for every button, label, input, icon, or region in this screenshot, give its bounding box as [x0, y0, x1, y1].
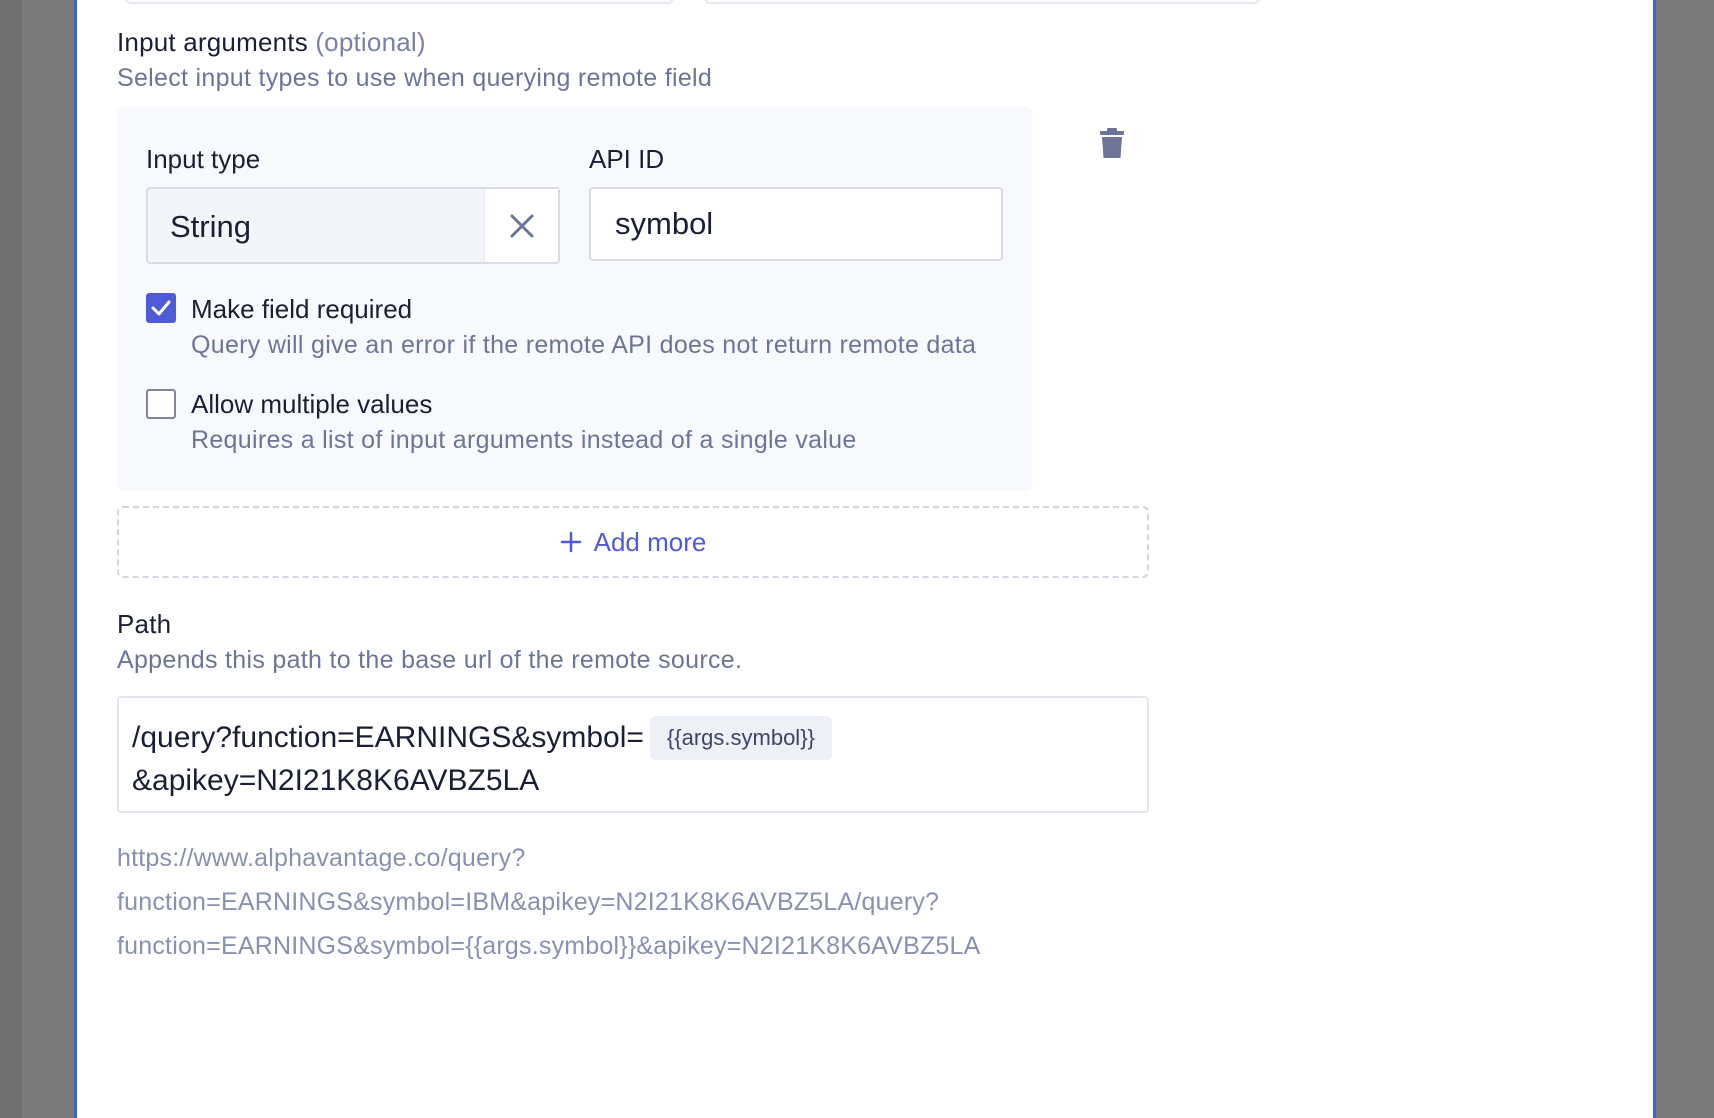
path-value-prefix: /query?function=EARNINGS&symbol=	[132, 721, 644, 754]
make-field-required-label: Make field required	[191, 294, 413, 324]
clear-input-type-button[interactable]	[484, 189, 558, 262]
input-type-value: String	[170, 209, 251, 244]
remote-field-panel: Input arguments (optional) Select input …	[74, 0, 1656, 1118]
allow-multiple-values-description: Requires a list of input arguments inste…	[191, 426, 857, 454]
background-left-strip	[0, 0, 22, 1118]
path-title: Path	[117, 609, 172, 639]
add-more-button[interactable]: Add more	[117, 506, 1149, 578]
previous-field-input-left[interactable]	[125, 0, 674, 4]
input-type-select[interactable]: String	[146, 187, 560, 264]
preview-line-3: function=EARNINGS&symbol={{args.symbol}}…	[117, 932, 981, 960]
preview-line-1: https://www.alphavantage.co/query?	[117, 844, 526, 872]
input-arguments-description: Select input types to use when querying …	[117, 64, 713, 92]
api-id-input[interactable]	[589, 187, 1003, 261]
allow-multiple-values-checkbox[interactable]	[146, 389, 176, 419]
path-value-suffix: &apikey=N2I21K8K6AVBZ5LA	[132, 764, 540, 797]
input-argument-card: Input type API ID String Make field requ…	[117, 107, 1032, 491]
input-type-label: Input type	[146, 144, 261, 174]
input-arguments-title: Input arguments (optional)	[117, 27, 426, 58]
path-input[interactable]: /query?function=EARNINGS&symbol= {{args.…	[117, 696, 1149, 813]
plus-icon	[560, 531, 581, 553]
preview-line-2: function=EARNINGS&symbol=IBM&apikey=N2I2…	[117, 888, 940, 916]
input-arguments-title-text: Input arguments	[117, 27, 308, 57]
checkmark-icon	[151, 300, 171, 316]
optional-tag: (optional)	[315, 27, 426, 57]
allow-multiple-values-label: Allow multiple values	[191, 389, 433, 419]
path-input-line-1: /query?function=EARNINGS&symbol= {{args.…	[132, 716, 832, 760]
path-description: Appends this path to the base url of the…	[117, 646, 743, 674]
previous-field-input-right[interactable]	[704, 0, 1260, 4]
add-more-label: Add more	[593, 526, 707, 557]
args-symbol-token[interactable]: {{args.symbol}}	[649, 716, 832, 760]
resolved-url-preview: https://www.alphavantage.co/query? funct…	[117, 836, 1417, 968]
make-field-required-description: Query will give an error if the remote A…	[191, 331, 977, 359]
trash-icon[interactable]	[1100, 128, 1124, 158]
api-id-label: API ID	[589, 144, 665, 174]
make-field-required-checkbox[interactable]	[146, 293, 176, 323]
close-icon	[510, 214, 533, 237]
